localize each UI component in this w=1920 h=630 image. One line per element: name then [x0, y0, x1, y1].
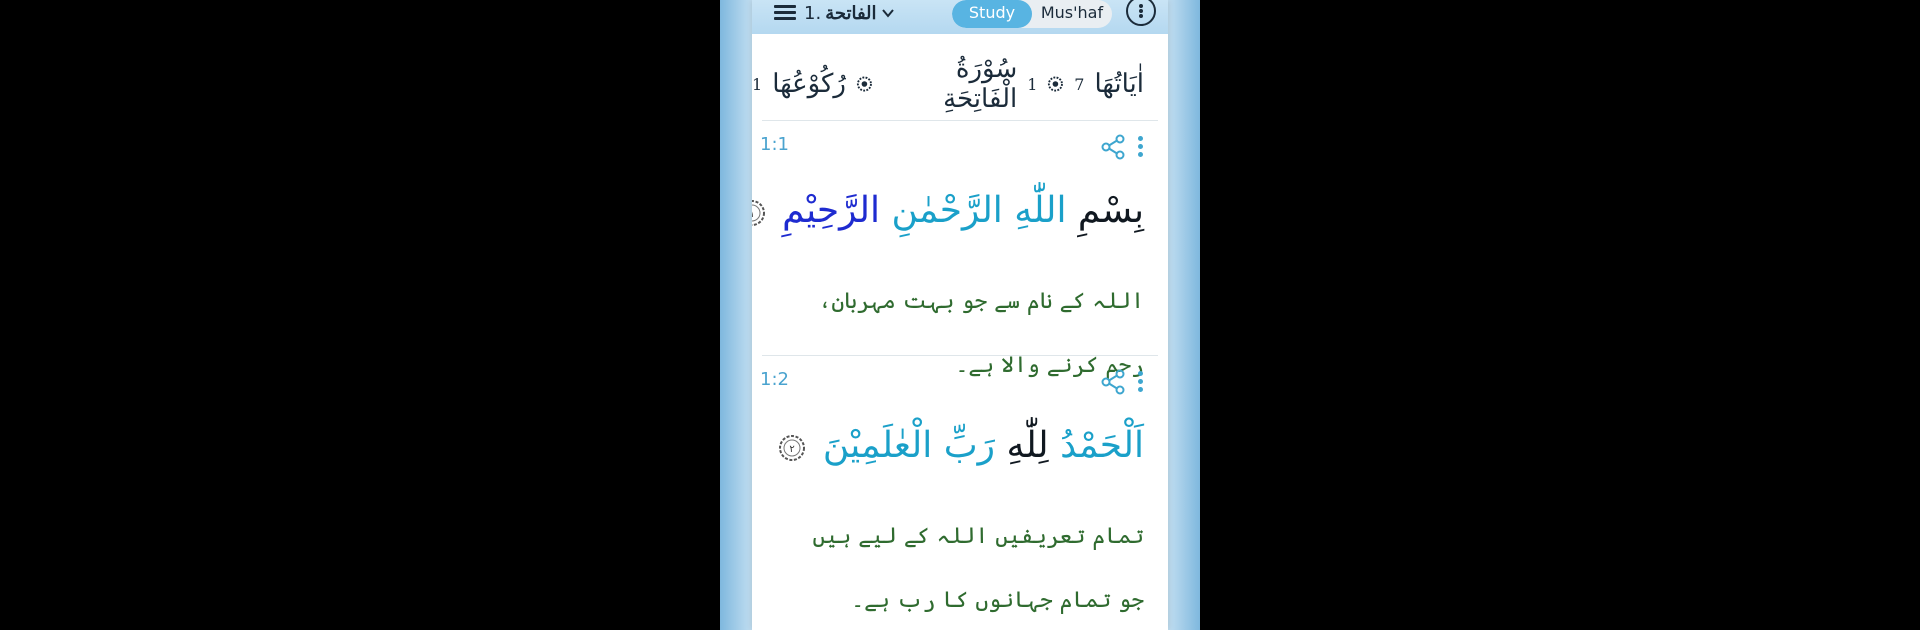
more-vertical-icon[interactable] — [1126, 0, 1156, 26]
verse-card: 1:2 اَلْحَمْدُ لِلّٰهِ رَبِّ الْعٰلَمِيْ… — [752, 359, 1168, 630]
more-vertical-icon[interactable] — [1138, 136, 1144, 160]
verse-ref: 1:1 — [760, 134, 789, 155]
arabic-word: بِسْمِ — [1077, 190, 1144, 231]
chevron-down-icon — [881, 9, 894, 18]
arabic-word: لِلّٰهِ — [1006, 425, 1049, 466]
more-vertical-icon[interactable] — [1138, 371, 1144, 395]
ayah-end-icon: ١ — [752, 200, 765, 226]
mushaf-tab[interactable]: Mus'haf — [1032, 0, 1112, 28]
verse-ref: 1:2 — [760, 369, 789, 390]
ruku-count: 1 — [752, 74, 763, 94]
share-icon[interactable] — [1100, 134, 1126, 160]
ayat-word: اٰيَاتُهَا — [1094, 69, 1144, 99]
phone-screen: 1. الفاتحة Study Mus'haf اٰيَاتُهَا 7 1 … — [752, 0, 1168, 630]
surah-name: الفاتحة — [825, 2, 877, 24]
divider — [762, 355, 1158, 356]
surah-title: سُوْرَةُ الْفَاتِحَةِ — [943, 54, 1018, 114]
rosette-icon — [856, 76, 872, 92]
surah-index: 1 — [1027, 74, 1038, 94]
arabic-word: الْعٰلَمِيْنَ — [822, 425, 933, 466]
rosette-icon — [1048, 76, 1064, 92]
verse-arabic: اَلْحَمْدُ لِلّٰهِ رَبِّ الْعٰلَمِيْنَ ٢ — [777, 419, 1144, 473]
ruku-word: رُكُوْعُهَا — [772, 69, 846, 99]
ayah-end-icon: ٢ — [779, 435, 806, 461]
divider — [762, 120, 1158, 121]
app-stage: 1. الفاتحة Study Mus'haf اٰيَاتُهَا 7 1 … — [720, 0, 1200, 630]
study-tab[interactable]: Study — [952, 0, 1032, 28]
arabic-word: اَلْحَمْدُ — [1060, 425, 1144, 466]
ayah-mark-number: ١ — [752, 209, 754, 220]
view-mode-toggle: Study Mus'haf — [952, 0, 1112, 28]
arabic-word: رَبِّ — [943, 425, 995, 466]
surah-banner: اٰيَاتُهَا 7 1 سُوْرَةُ الْفَاتِحَةِ رُك… — [752, 54, 1168, 114]
arabic-word: الرَّحِيْمِ — [782, 190, 881, 231]
ayat-count: 7 — [1074, 74, 1085, 94]
hamburger-icon[interactable] — [774, 3, 796, 21]
verse-arabic: بِسْمِ اللّٰهِ الرَّحْمٰنِ الرَّحِيْمِ ١ — [752, 184, 1144, 238]
app-bar: 1. الفاتحة Study Mus'haf — [752, 0, 1168, 34]
share-icon[interactable] — [1100, 369, 1126, 395]
surah-number: 1. — [804, 2, 822, 24]
verse-card: 1:1 بِسْمِ اللّٰهِ الرَّحْمٰنِ الرَّحِيْ… — [752, 124, 1168, 378]
verse-translation: تمام تعریفیں اللہ کے لیے ہیں جو تمام جہا… — [812, 524, 1144, 613]
surah-selector[interactable]: 1. الفاتحة — [804, 1, 895, 25]
arabic-word: الرَّحْمٰنِ — [891, 190, 1003, 231]
arabic-word: اللّٰهِ — [1014, 190, 1067, 231]
ayah-mark-number: ٢ — [790, 444, 795, 455]
